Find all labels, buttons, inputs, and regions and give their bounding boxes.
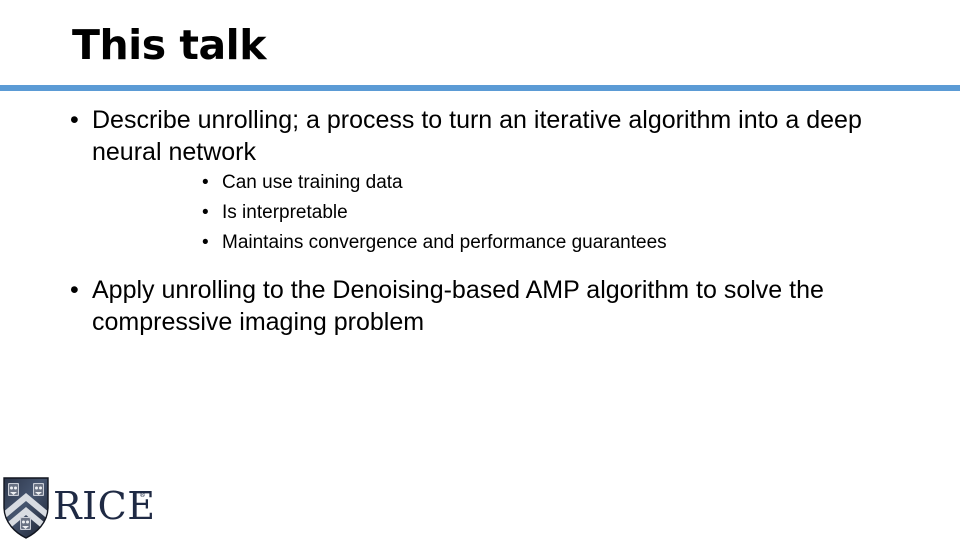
bullet-marker-icon: •	[202, 172, 209, 193]
bullet-marker-icon: •	[70, 276, 79, 304]
owl-crest-icon	[33, 483, 44, 496]
list-item-text: Maintains convergence and performance gu…	[222, 232, 667, 253]
bullet-list-level-1: • Describe unrolling; a process to turn …	[0, 104, 960, 338]
list-item: • Maintains convergence and performance …	[92, 228, 900, 258]
list-item: • Is interpretable	[92, 198, 900, 228]
owl-crest-icon	[20, 517, 31, 530]
bullet-marker-icon: •	[70, 106, 79, 134]
registered-trademark-icon: ®	[139, 491, 146, 499]
slide: This talk • Describe unrolling; a proces…	[0, 0, 960, 540]
bullet-marker-icon: •	[202, 202, 209, 223]
rice-university-logo: RICE ®	[3, 477, 153, 540]
list-item-text: Can use training data	[222, 172, 403, 193]
list-item: • Describe unrolling; a process to turn …	[0, 104, 960, 258]
page-title: This talk	[72, 21, 266, 69]
title-divider	[0, 85, 960, 91]
list-item-text: Is interpretable	[222, 202, 348, 223]
bullet-marker-icon: •	[202, 232, 209, 253]
list-item-text: Describe unrolling; a process to turn an…	[92, 106, 862, 166]
list-item: • Apply unrolling to the Denoising-based…	[0, 274, 960, 338]
list-item-text: Apply unrolling to the Denoising-based A…	[92, 276, 824, 336]
rice-wordmark-text: RICE	[53, 484, 153, 528]
bullet-list-level-2: • Can use training data • Is interpretab…	[92, 168, 900, 258]
rice-wordmark: RICE ®	[53, 484, 153, 528]
list-item: • Can use training data	[92, 168, 900, 198]
owl-crest-icon	[8, 483, 19, 496]
slide-body: • Describe unrolling; a process to turn …	[0, 104, 960, 338]
shield-icon	[3, 477, 49, 539]
